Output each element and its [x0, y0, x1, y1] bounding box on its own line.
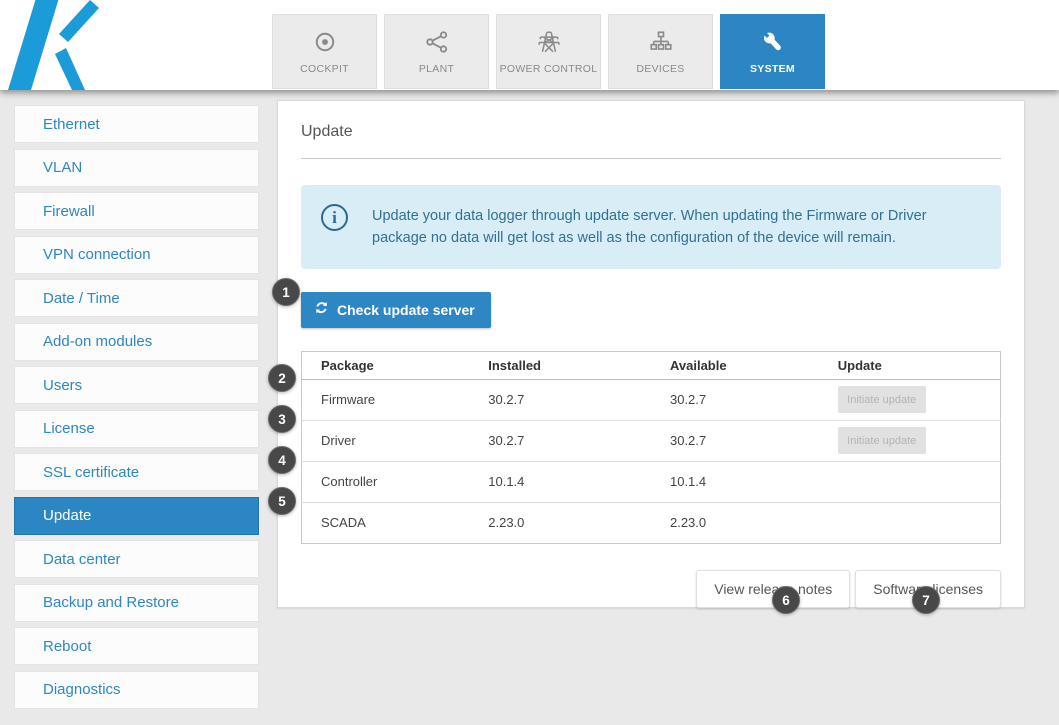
- check-update-server-label: Check update server: [337, 302, 475, 318]
- sidebar-item-backup-restore[interactable]: Backup and Restore: [14, 584, 259, 622]
- sidebar-item-label: Ethernet: [43, 116, 100, 133]
- package-name: Driver: [302, 420, 470, 461]
- annotation-badge-3: 3: [268, 405, 296, 433]
- tab-label: PLANT: [419, 63, 454, 75]
- available-version: 10.1.4: [651, 461, 819, 502]
- tab-cockpit[interactable]: COCKPIT: [272, 14, 377, 89]
- sidebar-item-label: SSL certificate: [43, 464, 139, 481]
- footer-button-row: View release notes Software licenses: [301, 570, 1001, 608]
- col-header-available: Available: [651, 351, 819, 379]
- sidebar-item-label: Update: [43, 507, 91, 524]
- tab-label: SYSTEM: [750, 63, 795, 75]
- tab-label: POWER CONTROL: [500, 63, 598, 75]
- tab-system[interactable]: SYSTEM: [720, 14, 825, 89]
- tab-label: DEVICES: [636, 63, 684, 75]
- table-header-row: Package Installed Available Update: [302, 351, 1001, 379]
- sidebar-item-data-center[interactable]: Data center: [14, 540, 259, 578]
- sidebar-item-label: VPN connection: [43, 246, 151, 263]
- annotation-badge-2: 2: [268, 364, 296, 392]
- update-panel: Update i Update your data logger through…: [277, 100, 1025, 608]
- annotation-badge-5: 5: [268, 487, 296, 515]
- sidebar-item-addon-modules[interactable]: Add-on modules: [14, 323, 259, 361]
- sidebar-item-label: Diagnostics: [43, 681, 121, 698]
- sidebar-item-ssl-certificate[interactable]: SSL certificate: [14, 453, 259, 491]
- system-wrench-icon: [760, 29, 786, 55]
- table-row-controller: Controller 10.1.4 10.1.4: [302, 461, 1001, 502]
- info-message-text: Update your data logger through update s…: [372, 204, 975, 250]
- available-version: 30.2.7: [651, 420, 819, 461]
- installed-version: 10.1.4: [469, 461, 651, 502]
- cockpit-gauge-icon: [312, 29, 338, 55]
- power-pylon-icon: [536, 29, 562, 55]
- sidebar-item-users[interactable]: Users: [14, 366, 259, 404]
- info-message-box: i Update your data logger through update…: [301, 185, 1001, 269]
- installed-version: 2.23.0: [469, 502, 651, 543]
- sidebar-item-label: Add-on modules: [43, 333, 152, 350]
- annotation-badge-7: 7: [912, 586, 940, 614]
- package-name: Firmware: [302, 379, 470, 420]
- package-name: SCADA: [302, 502, 470, 543]
- sidebar-item-date-time[interactable]: Date / Time: [14, 279, 259, 317]
- annotation-badge-1: 1: [272, 278, 300, 306]
- table-row-scada: SCADA 2.23.0 2.23.0: [302, 502, 1001, 543]
- col-header-update: Update: [819, 351, 1001, 379]
- sidebar-item-diagnostics[interactable]: Diagnostics: [14, 671, 259, 709]
- title-divider: [301, 158, 1001, 159]
- sidebar-item-update[interactable]: Update: [14, 497, 259, 535]
- sidebar-item-vlan[interactable]: VLAN: [14, 149, 259, 187]
- annotation-badge-4: 4: [268, 446, 296, 474]
- refresh-icon: [313, 300, 330, 320]
- tab-devices[interactable]: DEVICES: [608, 14, 713, 89]
- sidebar-item-firewall[interactable]: Firewall: [14, 192, 259, 230]
- package-version-table: Package Installed Available Update Firmw…: [301, 351, 1001, 544]
- main-nav-tabs: COCKPIT PLANT POWER CONTROL: [272, 14, 825, 89]
- table-row-driver: Driver 30.2.7 30.2.7 Initiate update: [302, 420, 1001, 461]
- tab-plant[interactable]: PLANT: [384, 14, 489, 89]
- sidebar-item-label: Backup and Restore: [43, 594, 179, 611]
- col-header-installed: Installed: [469, 351, 651, 379]
- top-header-bar: COCKPIT PLANT POWER CONTROL: [0, 0, 1059, 90]
- solar-log-x-logo: [2, 0, 102, 95]
- sidebar-item-label: VLAN: [43, 159, 82, 176]
- sidebar-item-license[interactable]: License: [14, 410, 259, 448]
- col-header-package: Package: [302, 351, 470, 379]
- sidebar-item-label: Date / Time: [43, 290, 120, 307]
- sidebar-item-label: Data center: [43, 551, 121, 568]
- sidebar-item-label: License: [43, 420, 95, 437]
- sidebar-item-label: Reboot: [43, 638, 91, 655]
- sidebar-item-label: Users: [43, 377, 82, 394]
- page-title: Update: [301, 123, 1001, 141]
- annotation-badge-6: 6: [772, 586, 800, 614]
- package-name: Controller: [302, 461, 470, 502]
- sidebar-item-ethernet[interactable]: Ethernet: [14, 105, 259, 143]
- tab-label: COCKPIT: [300, 63, 349, 75]
- available-version: 30.2.7: [651, 379, 819, 420]
- sidebar-item-label: Firewall: [43, 203, 95, 220]
- initiate-update-button-driver[interactable]: Initiate update: [838, 427, 926, 454]
- installed-version: 30.2.7: [469, 379, 651, 420]
- check-update-server-button[interactable]: Check update server: [301, 292, 491, 328]
- installed-version: 30.2.7: [469, 420, 651, 461]
- sidebar-item-vpn-connection[interactable]: VPN connection: [14, 236, 259, 274]
- tab-power-control[interactable]: POWER CONTROL: [496, 14, 601, 89]
- available-version: 2.23.0: [651, 502, 819, 543]
- info-icon: i: [321, 204, 348, 231]
- table-row-firmware: Firmware 30.2.7 30.2.7 Initiate update: [302, 379, 1001, 420]
- plant-network-icon: [424, 29, 450, 55]
- settings-sidebar: Ethernet VLAN Firewall VPN connection Da…: [14, 105, 259, 714]
- sidebar-item-reboot[interactable]: Reboot: [14, 627, 259, 665]
- initiate-update-button-firmware[interactable]: Initiate update: [838, 386, 926, 413]
- devices-sitemap-icon: [648, 29, 674, 55]
